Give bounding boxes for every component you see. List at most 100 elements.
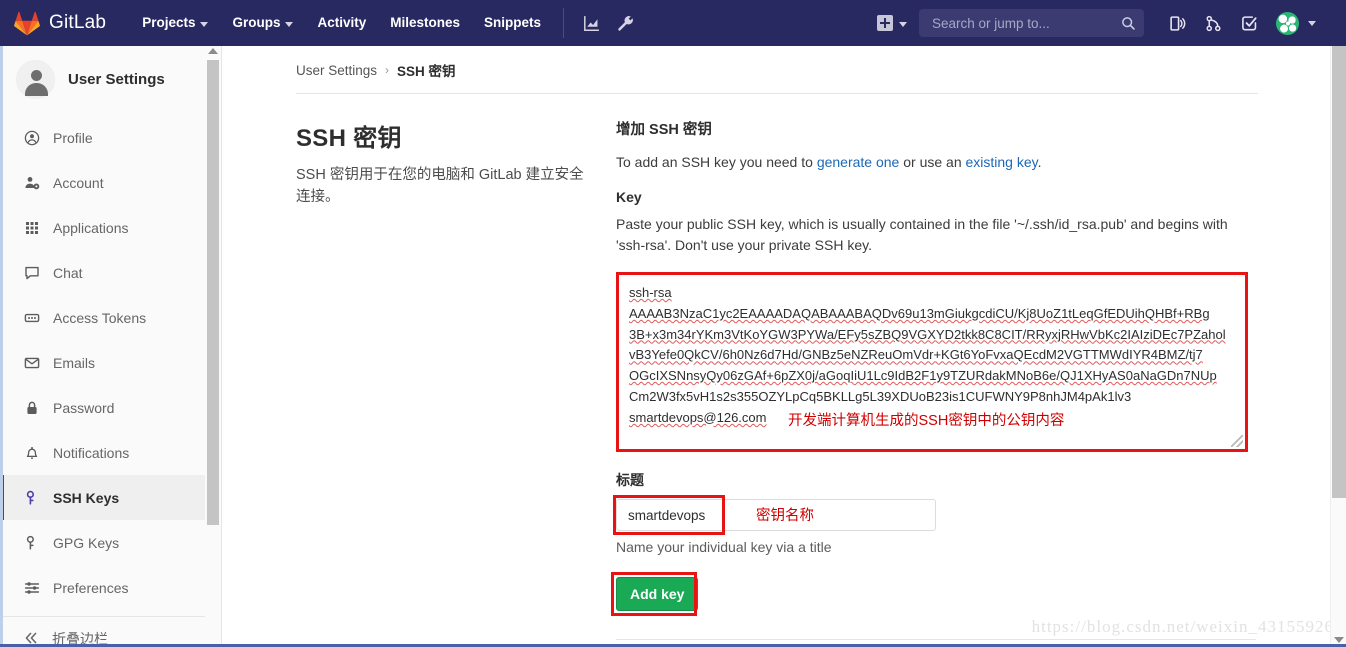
todos-icon — [1241, 15, 1257, 30]
merge-requests-icon — [1205, 15, 1221, 31]
key-line: Cm2W3fx5vH1s2s355OZYLpCq5BKLLg5L39XDUoB2… — [629, 388, 1132, 404]
sidebar-item-chat-label: Chat — [53, 264, 83, 281]
sidebar-item-applications-label: Applications — [53, 219, 129, 236]
title-annotation: 密钥名称 — [756, 508, 814, 524]
sidebar-avatar-icon — [16, 60, 55, 99]
page-description: SSH 密钥用于在您的电脑和 GitLab 建立安全连接。 — [296, 167, 584, 206]
email-icon — [23, 354, 40, 371]
section-divider — [616, 639, 1256, 640]
nav-link-milestones[interactable]: Milestones — [378, 0, 472, 46]
new-item-button[interactable] — [873, 15, 917, 31]
title-field-row: smartdevops 密钥名称 — [613, 495, 1256, 535]
chevron-down-icon — [899, 21, 907, 27]
bell-icon — [23, 444, 40, 461]
breadcrumb-current: SSH 密钥 — [397, 64, 456, 79]
top-navbar: GitLab Projects Groups Activity Mileston… — [0, 0, 1346, 46]
sidebar-item-ssh-keys[interactable]: SSH Keys — [0, 475, 221, 520]
settings-description-column: SSH 密钥 SSH 密钥用于在您的电脑和 GitLab 建立安全连接。 — [296, 118, 616, 647]
wrench-icon — [617, 15, 633, 31]
profile-icon — [23, 129, 40, 146]
chat-icon — [23, 264, 40, 281]
sidebar-item-notifications[interactable]: Notifications — [0, 430, 221, 475]
submit-row: Add key — [611, 572, 1256, 616]
navbar-right — [873, 0, 1346, 46]
nav-link-snippets[interactable]: Snippets — [472, 0, 553, 46]
tanuki-icon — [14, 11, 40, 35]
sidebar-title: User Settings — [68, 71, 165, 88]
page-scrollbar-thumb[interactable] — [1332, 46, 1346, 498]
breadcrumb: User Settings › SSH 密钥 — [222, 46, 1330, 80]
analytics-icon — [583, 15, 599, 31]
sidebar-item-password[interactable]: Password — [0, 385, 221, 430]
access-tokens-icon — [23, 309, 40, 326]
scroll-up-arrow-icon[interactable] — [208, 48, 218, 54]
chevron-down-icon — [285, 21, 294, 27]
page-scrollbar[interactable] — [1330, 46, 1346, 647]
nav-divider — [563, 8, 565, 38]
nav-link-groups-label: Groups — [232, 15, 281, 30]
form-heading: 增加 SSH 密钥 — [616, 122, 712, 138]
issues-icon — [1169, 15, 1185, 31]
user-menu-chevron-down-icon[interactable] — [1308, 20, 1316, 26]
sidebar-item-account[interactable]: Account — [0, 160, 221, 205]
sidebar-item-preferences[interactable]: Preferences — [0, 565, 221, 610]
search-box[interactable] — [919, 9, 1144, 37]
sidebar-item-applications[interactable]: Applications — [0, 205, 221, 250]
sidebar-item-emails-label: Emails — [53, 354, 96, 371]
key-help-text: Paste your public SSH key, which is usua… — [616, 216, 1228, 253]
key-annotation: 开发端计算机生成的SSH密钥中的公钥内容 — [788, 413, 1065, 429]
key-label: Key — [616, 189, 642, 205]
existing-key-link[interactable]: existing key — [966, 154, 1038, 170]
left-edge-accent — [0, 46, 3, 647]
key-icon — [23, 534, 40, 551]
sidebar-scrollbar[interactable] — [205, 46, 221, 647]
generate-one-link[interactable]: generate one — [817, 154, 900, 170]
sidebar-scrollbar-thumb[interactable] — [207, 60, 219, 525]
analytics-button[interactable] — [574, 0, 608, 46]
add-ssh-key-form: 增加 SSH 密钥 To add an SSH key you need to … — [611, 118, 1256, 647]
scroll-down-arrow-icon[interactable] — [1334, 637, 1344, 643]
breadcrumb-parent[interactable]: User Settings — [296, 63, 377, 78]
sidebar-collapse-button[interactable]: 折叠边栏 — [0, 617, 221, 647]
sidebar-item-ssh-keys-label: SSH Keys — [53, 489, 120, 506]
textarea-resize-handle[interactable] — [1231, 435, 1243, 447]
sidebar-header[interactable]: User Settings — [0, 46, 221, 113]
sidebar-item-account-label: Account — [53, 174, 104, 191]
nav-link-projects[interactable]: Projects — [130, 0, 220, 46]
admin-wrench-button[interactable] — [608, 0, 642, 46]
nav-link-activity[interactable]: Activity — [305, 0, 378, 46]
sidebar-item-password-label: Password — [53, 399, 115, 416]
sidebar-item-profile[interactable]: Profile — [0, 115, 221, 160]
brand-name: GitLab — [49, 12, 107, 33]
breadcrumb-separator: › — [385, 63, 390, 77]
search-input[interactable] — [930, 14, 1121, 32]
sidebar-item-gpg-keys-label: GPG Keys — [53, 534, 120, 551]
todos-button[interactable] — [1232, 0, 1266, 46]
sidebar-item-gpg-keys[interactable]: GPG Keys — [0, 520, 221, 565]
merge-requests-button[interactable] — [1196, 0, 1230, 46]
main-content: User Settings › SSH 密钥 SSH 密钥 SSH 密钥用于在您… — [222, 46, 1330, 647]
sidebar-item-preferences-label: Preferences — [53, 579, 129, 596]
sidebar-item-notifications-label: Notifications — [53, 444, 130, 461]
nav-link-groups[interactable]: Groups — [220, 0, 305, 46]
add-key-button[interactable]: Add key — [616, 577, 699, 611]
title-help-text: Name your individual key via a title — [616, 539, 832, 555]
issues-button[interactable] — [1160, 0, 1194, 46]
sidebar-item-chat[interactable]: Chat — [0, 250, 221, 295]
sliders-icon — [23, 579, 40, 596]
sidebar-item-access-tokens[interactable]: Access Tokens — [0, 295, 221, 340]
key-line: 3B+x3m34rYKm3VtKoYGW3PYWa/EFy5sZBQ9VGXYD… — [629, 326, 1226, 342]
key-line: ssh-rsa — [629, 285, 672, 300]
key-line: AAAAB3NzaC1yc2EAAAADAQABAAABAQDv69u13mGi… — [629, 305, 1210, 321]
account-icon — [23, 174, 40, 191]
title-label: 标题 — [616, 472, 644, 488]
user-avatar[interactable] — [1276, 11, 1299, 35]
sidebar-item-emails[interactable]: Emails — [0, 340, 221, 385]
key-line: OGcIXSNnsyQy06zGAf+6pZX0j/aGoqIiU1Lc9IdB… — [629, 368, 1217, 384]
sidebar-item-profile-label: Profile — [53, 129, 93, 146]
gitlab-logo-link[interactable]: GitLab — [14, 11, 106, 36]
form-intro-after: . — [1037, 154, 1042, 170]
applications-icon — [23, 219, 40, 236]
settings-columns: SSH 密钥 SSH 密钥用于在您的电脑和 GitLab 建立安全连接。 增加 … — [222, 94, 1330, 647]
watermark: https://blog.csdn.net/weixin_43155926 — [1031, 617, 1334, 636]
